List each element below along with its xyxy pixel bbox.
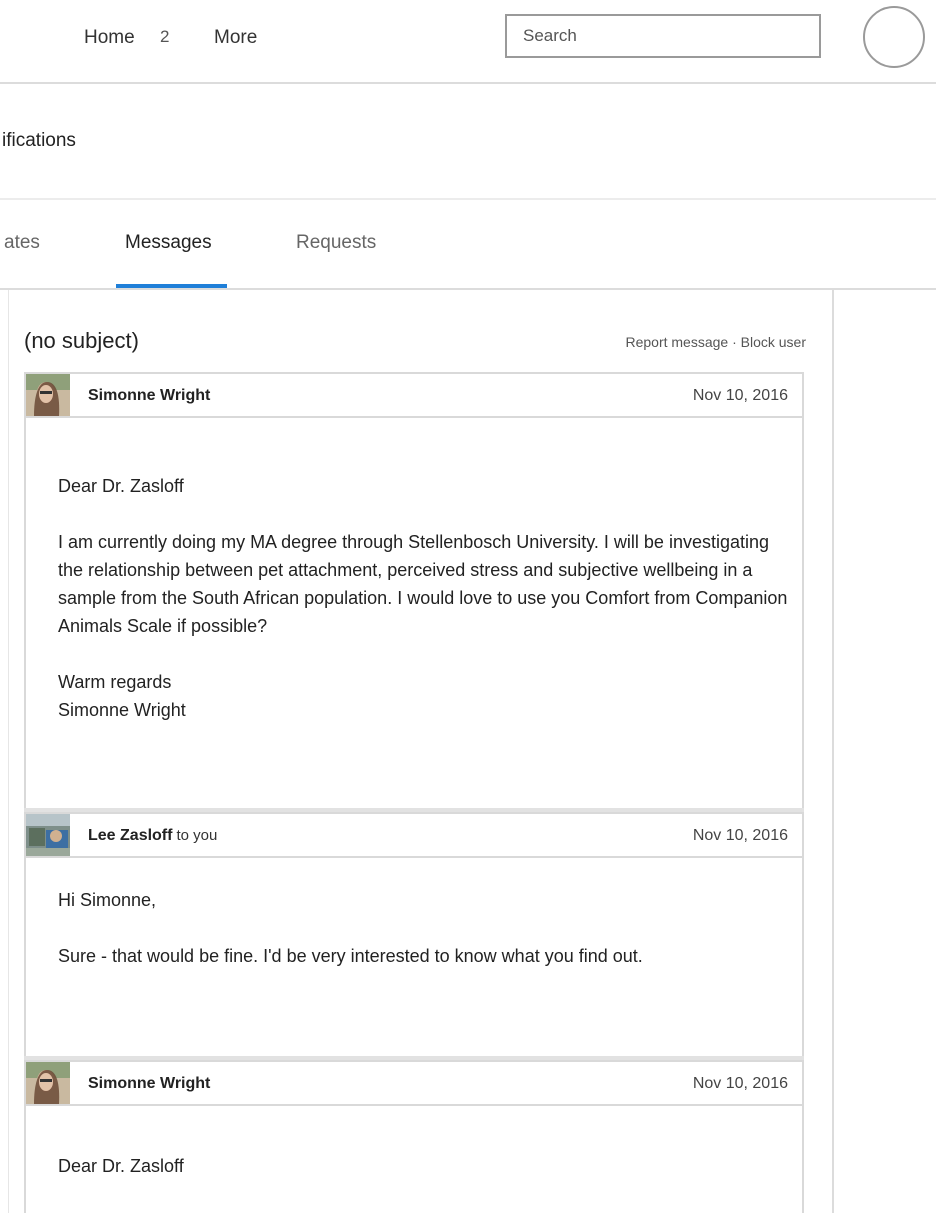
message-text: Dear Dr. Zasloff — [58, 1152, 788, 1180]
message-line-spacer — [58, 914, 788, 942]
right-column — [834, 290, 936, 1213]
message-date: Nov 10, 2016 — [692, 387, 788, 404]
sender-photo-icon — [26, 814, 70, 856]
message-line: Warm regards — [58, 672, 172, 692]
page-title: ifications — [2, 130, 76, 151]
conversation-subject: (no subject) — [24, 328, 139, 353]
profile-avatar[interactable] — [863, 6, 925, 68]
message-header: Simonne Wright Nov 10, 2016 — [24, 1060, 804, 1106]
sender-name-text: Simonne Wright — [88, 387, 211, 404]
message-text: Hi Simonne, Sure - that would be fine. I… — [58, 886, 788, 970]
tab-updates[interactable]: ates — [4, 232, 40, 254]
sender-photo-icon — [26, 374, 70, 416]
sender-photo-icon — [26, 1062, 70, 1104]
block-user-link[interactable]: Block user — [741, 334, 806, 350]
sender-name-text: Lee Zasloff — [88, 827, 173, 844]
search-input[interactable] — [505, 14, 821, 58]
message-line: Sure - that would be fine. I'd be very i… — [58, 946, 643, 966]
message-line: Simonne Wright — [58, 700, 186, 720]
message-line: Dear Dr. Zasloff — [58, 476, 184, 496]
message-header: Lee Zasloff to you Nov 10, 2016 — [24, 812, 804, 858]
tab-messages[interactable]: Messages — [125, 232, 212, 254]
sender-avatar[interactable] — [26, 814, 70, 856]
notification-count-badge: 2 — [160, 27, 170, 46]
message-date: Nov 10, 2016 — [692, 1075, 788, 1092]
message-body: Hi Simonne, Sure - that would be fine. I… — [24, 858, 804, 1058]
tab-requests[interactable]: Requests — [296, 232, 376, 254]
section-divider — [0, 198, 936, 200]
conversation-actions: Report message · Block user — [625, 334, 806, 350]
sender-name[interactable]: Simonne Wright — [88, 1075, 210, 1093]
message-text: Dear Dr. Zasloff I am currently doing my… — [58, 472, 788, 724]
message-date: Nov 10, 2016 — [692, 827, 788, 844]
report-message-link[interactable]: Report message — [625, 334, 728, 350]
message-body: Dear Dr. Zasloff I am currently doing my… — [24, 418, 804, 808]
message-header: Simonne Wright Nov 10, 2016 — [24, 372, 804, 418]
message-line: Dear Dr. Zasloff — [58, 1156, 184, 1176]
actions-separator: · — [732, 334, 737, 350]
message-body: Dear Dr. Zasloff — [24, 1106, 804, 1213]
sender-name[interactable]: Simonne Wright — [88, 387, 210, 405]
sender-avatar[interactable] — [26, 374, 70, 416]
message-line-spacer — [58, 640, 788, 668]
sender-avatar[interactable] — [26, 1062, 70, 1104]
top-nav-bar: Home 2 More — [0, 0, 936, 84]
nav-more-link[interactable]: More — [214, 27, 257, 49]
message-line-spacer — [58, 500, 788, 528]
message-line: I am currently doing my MA degree throug… — [58, 532, 788, 636]
message-line: Hi Simonne, — [58, 890, 157, 910]
recipient-label: to you — [176, 827, 218, 844]
sender-name[interactable]: Lee Zasloff to you — [88, 827, 217, 845]
sender-name-text: Simonne Wright — [88, 1075, 211, 1092]
nav-home-link[interactable]: Home — [84, 27, 135, 49]
